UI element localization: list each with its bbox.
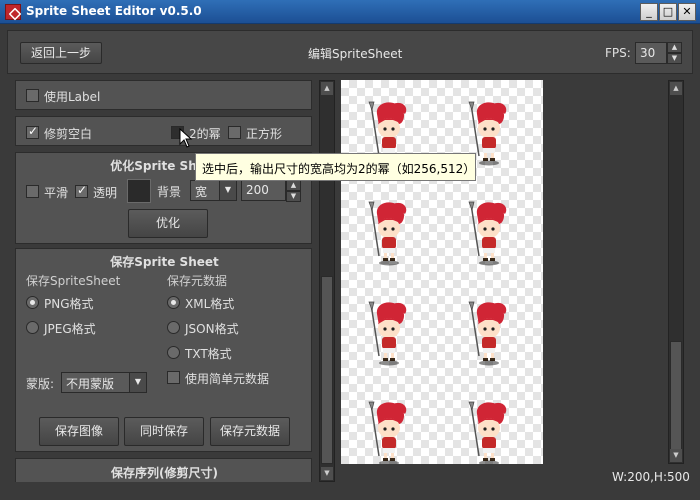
save-section: 保存Sprite Sheet 保存SpriteSheet 保存元数据 PNG格式…	[15, 248, 312, 452]
smooth-checkbox[interactable]	[26, 185, 39, 198]
window-title: Sprite Sheet Editor v0.5.0	[26, 4, 202, 18]
trim-label: 修剪空白	[44, 127, 93, 141]
scroll-up-arrow-icon[interactable]: ▲	[321, 82, 333, 95]
back-button[interactable]: 返回上一步	[20, 42, 102, 64]
sprite-frame	[463, 400, 513, 464]
use-label-label: 使用Label	[44, 90, 101, 104]
pow2-label: 2的幂	[189, 127, 221, 141]
sprite-frame	[463, 200, 513, 270]
jpeg-radio[interactable]	[26, 321, 39, 334]
close-button[interactable]: ✕	[678, 3, 696, 21]
fps-label: FPS:	[605, 46, 631, 60]
size-decrement-button[interactable]: ▼	[286, 191, 301, 202]
scrollbar-thumb[interactable]	[670, 341, 682, 451]
save-both-button[interactable]: 同时保存	[124, 417, 204, 446]
canvas-scrollbar[interactable]: ▲ ▼	[668, 80, 684, 464]
txt-radio[interactable]	[167, 346, 180, 359]
mouse-cursor-icon	[179, 128, 193, 148]
sprite-frame	[363, 300, 413, 370]
save-meta-header: 保存元数据	[167, 274, 228, 288]
save-sheet-header: 保存SpriteSheet	[26, 274, 121, 288]
pow2-tooltip: 选中后，输出尺寸的宽高均为2的幂（如256,512）	[195, 153, 476, 181]
smooth-label: 平滑	[44, 186, 69, 200]
scroll-down-arrow-icon[interactable]: ▼	[321, 467, 333, 480]
size-value-input[interactable]: 200	[241, 180, 286, 201]
chevron-down-icon: ▼	[219, 181, 236, 200]
transparent-label: 透明	[93, 186, 118, 200]
mask-value: 不用蒙版	[66, 377, 115, 391]
sprite-frame	[363, 400, 413, 464]
minimize-button[interactable]: _	[640, 3, 658, 21]
trim-checkbox[interactable]	[26, 124, 39, 139]
settings-panel: 使用Label 修剪空白 2的幂 正方形 优化Sprite Sheet 平滑 透…	[15, 80, 312, 482]
size-mode-value: 宽	[195, 185, 208, 199]
scroll-down-arrow-icon[interactable]: ▼	[670, 449, 682, 462]
xml-radio[interactable]	[167, 296, 180, 309]
png-label: PNG格式	[44, 297, 94, 311]
save-title: 保存Sprite Sheet	[110, 255, 219, 269]
simple-meta-label: 使用简单元数据	[185, 372, 270, 386]
title-bar: Sprite Sheet Editor v0.5.0 _ □ ✕	[0, 0, 700, 24]
json-label: JSON格式	[185, 322, 239, 336]
canvas-dimensions: W:200,H:500	[612, 470, 690, 484]
trim-section: 修剪空白 2的幂 正方形	[15, 116, 312, 146]
sprite-canvas[interactable]	[341, 80, 543, 464]
square-checkbox[interactable]	[228, 126, 241, 139]
simple-meta-checkbox[interactable]	[167, 371, 180, 384]
scroll-up-arrow-icon[interactable]: ▲	[670, 82, 682, 95]
mask-label: 蒙版:	[26, 377, 55, 391]
sprite-frame	[363, 200, 413, 270]
top-toolbar: 返回上一步 编辑SpriteSheet FPS: 30 ▲ ▼	[7, 30, 693, 74]
save-metadata-button[interactable]: 保存元数据	[210, 417, 290, 446]
settings-scrollbar[interactable]: ▲ ▼	[319, 80, 335, 482]
app-icon	[5, 4, 21, 20]
page-title: 编辑SpriteSheet	[308, 47, 403, 61]
scrollbar-thumb[interactable]	[321, 276, 333, 464]
transparent-checkbox[interactable]	[75, 183, 88, 198]
fps-input[interactable]: 30	[635, 42, 667, 64]
fps-increment-button[interactable]: ▲	[667, 42, 682, 53]
chevron-down-icon: ▼	[129, 373, 146, 392]
fps-decrement-button[interactable]: ▼	[667, 53, 682, 64]
background-label: 背景	[157, 185, 182, 199]
size-increment-button[interactable]: ▲	[286, 180, 301, 191]
png-radio[interactable]	[26, 296, 39, 309]
maximize-button[interactable]: □	[659, 3, 677, 21]
save-sequence-section: 保存序列(修剪尺寸)	[15, 458, 312, 482]
jpeg-label: JPEG格式	[44, 322, 96, 336]
optimize-button[interactable]: 优化	[128, 209, 208, 238]
mask-select[interactable]: 不用蒙版 ▼	[61, 372, 147, 393]
save-sequence-title: 保存序列(修剪尺寸)	[111, 466, 218, 480]
xml-label: XML格式	[185, 297, 235, 311]
square-label: 正方形	[246, 127, 283, 141]
size-mode-select[interactable]: 宽 ▼	[190, 180, 237, 201]
txt-label: TXT格式	[185, 347, 232, 361]
save-image-button[interactable]: 保存图像	[39, 417, 119, 446]
use-label-section: 使用Label	[15, 80, 312, 110]
sprite-frame	[463, 300, 513, 370]
background-color-swatch[interactable]	[127, 179, 151, 203]
use-label-checkbox[interactable]	[26, 89, 39, 102]
json-radio[interactable]	[167, 321, 180, 334]
